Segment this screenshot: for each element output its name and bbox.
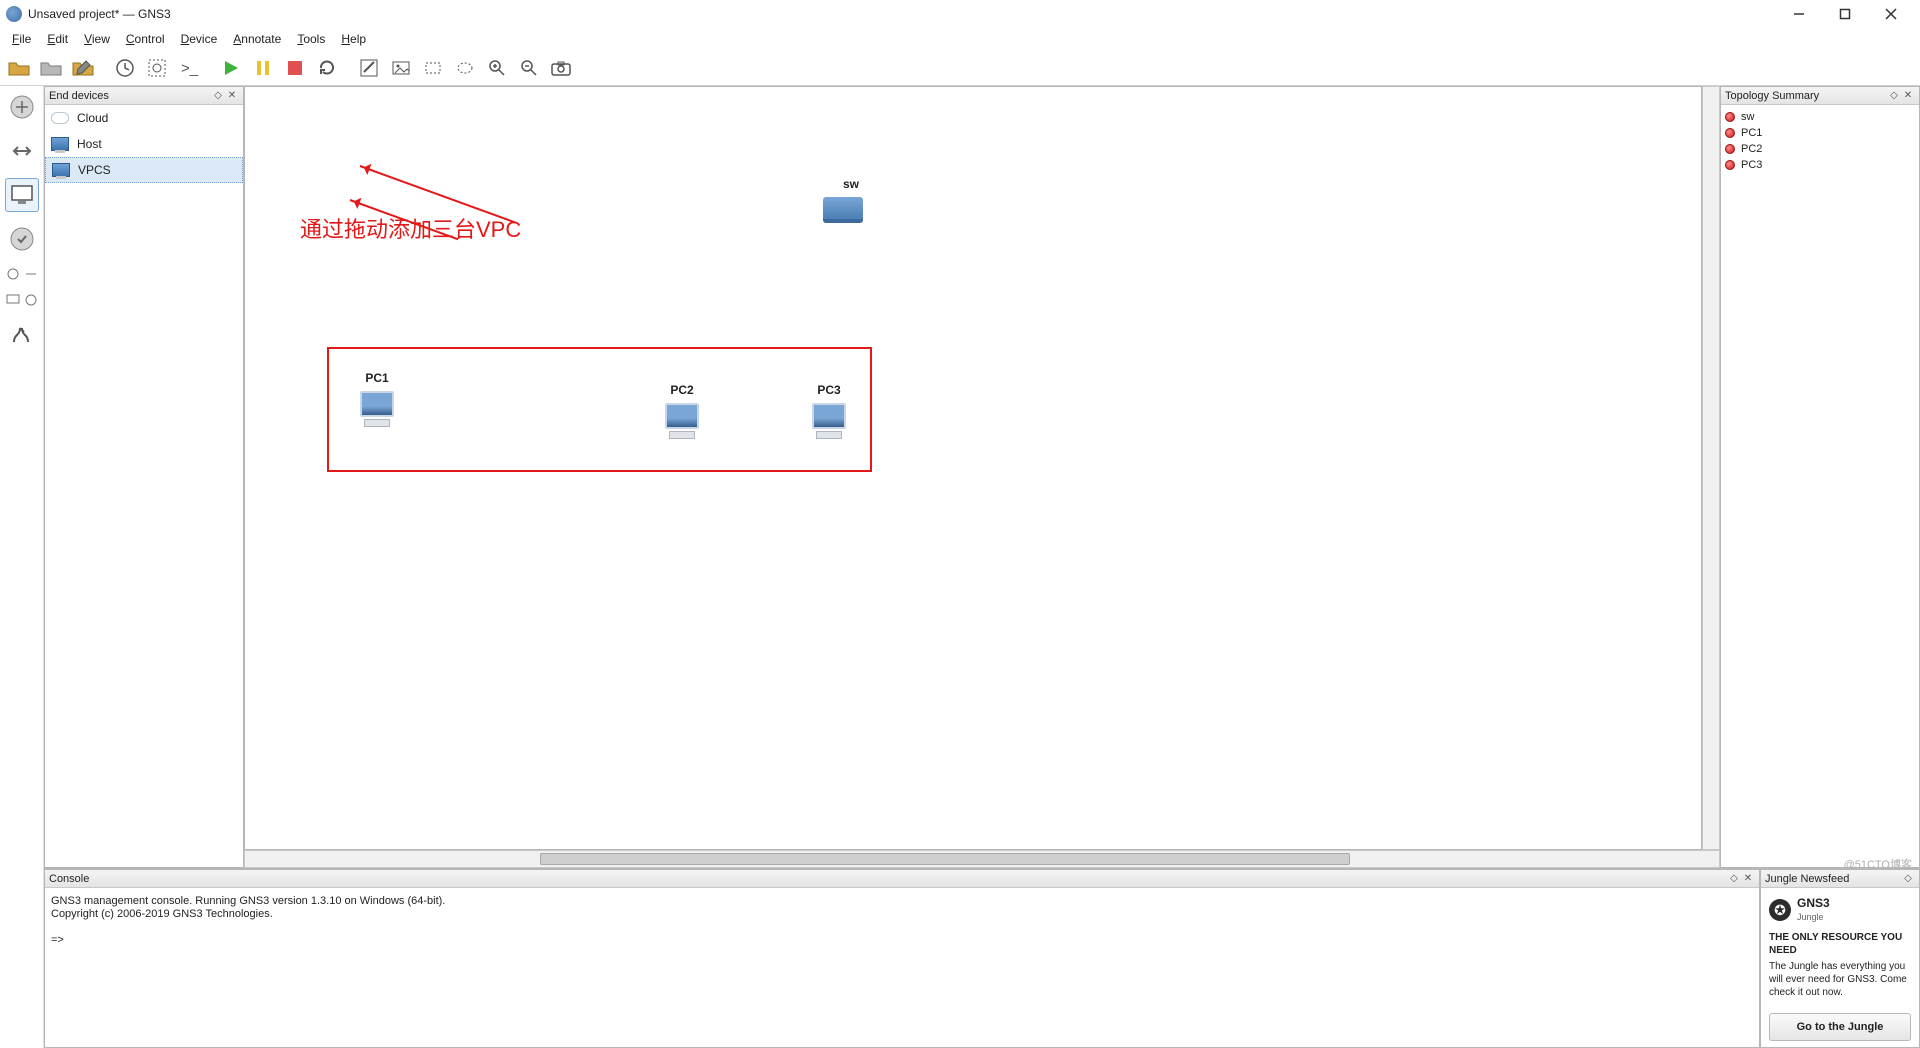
note-icon[interactable] xyxy=(354,53,384,83)
dock-all-devices-2[interactable] xyxy=(5,292,39,308)
menu-device[interactable]: Device xyxy=(173,30,226,48)
end-devices-title: End devices xyxy=(49,90,211,102)
zoom-in-icon[interactable] xyxy=(482,53,512,83)
menu-annotate[interactable]: Annotate xyxy=(225,30,289,48)
status-led-icon xyxy=(1725,160,1735,170)
maximize-button[interactable] xyxy=(1822,0,1868,28)
panel-close-icon[interactable]: ✕ xyxy=(1901,90,1915,101)
device-dock xyxy=(0,86,44,1048)
topology-summary-title: Topology Summary xyxy=(1725,90,1887,102)
open-folder-icon[interactable] xyxy=(36,53,66,83)
node-switch[interactable] xyxy=(823,197,863,219)
dock-add-link[interactable] xyxy=(5,318,39,352)
topology-canvas[interactable]: sw 打开PC机面板 通过拖动添加三台VPC PC1 xyxy=(244,86,1702,850)
newsfeed-headline: THE ONLY RESOURCE YOU NEED xyxy=(1769,931,1911,957)
reload-all-icon[interactable] xyxy=(312,53,342,83)
device-cloud[interactable]: Cloud xyxy=(45,105,243,131)
topology-item-pc1[interactable]: PC1 xyxy=(1725,125,1915,141)
topology-summary-panel: Topology Summary ◇ ✕ sw PC1 PC2 PC3 xyxy=(1720,86,1920,868)
dock-all-devices[interactable] xyxy=(5,266,39,282)
node-pc1[interactable]: PC1 xyxy=(355,377,399,427)
console-title: Console xyxy=(49,873,1727,885)
go-to-jungle-button[interactable]: Go to the Jungle xyxy=(1769,1013,1911,1041)
ellipse-icon[interactable] xyxy=(450,53,480,83)
dock-security-devices[interactable] xyxy=(5,222,39,256)
console-icon[interactable]: >_ xyxy=(174,53,204,83)
device-host[interactable]: Host xyxy=(45,131,243,157)
dock-end-devices[interactable] xyxy=(5,178,39,212)
watermark: @51CTO博客 xyxy=(1844,856,1912,872)
menu-edit[interactable]: Edit xyxy=(39,30,76,48)
panel-undock-icon[interactable]: ◇ xyxy=(1727,873,1741,884)
stop-all-icon[interactable] xyxy=(280,53,310,83)
node-label-pc2: PC2 xyxy=(660,383,704,397)
status-led-icon xyxy=(1725,112,1735,122)
minimize-button[interactable] xyxy=(1776,0,1822,28)
rectangle-icon[interactable] xyxy=(418,53,448,83)
main-toolbar: >_ xyxy=(0,50,1920,86)
open-project-icon[interactable] xyxy=(4,53,34,83)
status-led-icon xyxy=(1725,144,1735,154)
device-vpcs[interactable]: VPCS xyxy=(45,157,243,183)
menu-help[interactable]: Help xyxy=(333,30,374,48)
app-icon xyxy=(6,6,22,22)
menu-view[interactable]: View xyxy=(76,30,118,48)
topology-item-pc2[interactable]: PC2 xyxy=(1725,141,1915,157)
close-button[interactable] xyxy=(1868,0,1914,28)
menu-file[interactable]: File xyxy=(4,30,39,48)
node-label-pc1: PC1 xyxy=(355,371,399,385)
node-label-pc3: PC3 xyxy=(807,383,851,397)
pause-all-icon[interactable] xyxy=(248,53,278,83)
panel-close-icon[interactable]: ✕ xyxy=(225,90,239,101)
annotation-red-box xyxy=(327,347,872,472)
newsfeed-body: The Jungle has everything you will ever … xyxy=(1769,960,1911,999)
panel-undock-icon[interactable]: ◇ xyxy=(211,90,225,101)
node-label-sw: sw xyxy=(843,177,859,191)
menu-bar: File Edit View Control Device Annotate T… xyxy=(0,28,1920,50)
svg-text:>_: >_ xyxy=(181,60,199,77)
newsfeed-title: Jungle Newsfeed xyxy=(1765,873,1901,885)
vpcs-icon xyxy=(52,163,70,177)
jungle-newsfeed-panel: Jungle Newsfeed ◇ ✪ GNS3 Jungle THE ONLY… xyxy=(1760,869,1920,1048)
image-icon[interactable] xyxy=(386,53,416,83)
device-label: VPCS xyxy=(78,163,111,177)
panel-close-icon[interactable]: ✕ xyxy=(1741,873,1755,884)
panel-undock-icon[interactable]: ◇ xyxy=(1901,873,1915,884)
gns3-logo-icon: ✪ xyxy=(1769,899,1791,921)
topology-item-sw[interactable]: sw xyxy=(1725,109,1915,125)
save-project-icon[interactable] xyxy=(68,53,98,83)
canvas-scrollbar-vertical[interactable] xyxy=(1702,86,1720,850)
status-led-icon xyxy=(1725,128,1735,138)
window-title: Unsaved project* — GNS3 xyxy=(28,7,171,21)
panel-undock-icon[interactable]: ◇ xyxy=(1887,90,1901,101)
snapshot-manager-icon[interactable] xyxy=(142,53,172,83)
node-pc3[interactable]: PC3 xyxy=(807,389,851,439)
zoom-out-icon[interactable] xyxy=(514,53,544,83)
node-pc2[interactable]: PC2 xyxy=(660,389,704,439)
start-all-icon[interactable] xyxy=(216,53,246,83)
device-label: Host xyxy=(77,137,102,151)
clock-icon[interactable] xyxy=(110,53,140,83)
newsfeed-logo: ✪ GNS3 Jungle xyxy=(1769,896,1911,923)
host-icon xyxy=(51,137,69,151)
topology-item-pc3[interactable]: PC3 xyxy=(1725,157,1915,173)
title-bar: Unsaved project* — GNS3 xyxy=(0,0,1920,28)
end-devices-panel: End devices ◇ ✕ Cloud Host VPCS xyxy=(44,86,244,868)
annotation-text-2: 通过拖动添加三台VPC xyxy=(300,212,521,244)
console-output[interactable]: GNS3 management console. Running GNS3 ve… xyxy=(45,888,1759,1047)
canvas-scrollbar-horizontal[interactable] xyxy=(244,850,1720,868)
dock-switches[interactable] xyxy=(5,134,39,168)
screenshot-icon[interactable] xyxy=(546,53,576,83)
device-label: Cloud xyxy=(77,111,108,125)
menu-control[interactable]: Control xyxy=(118,30,173,48)
dock-routers[interactable] xyxy=(5,90,39,124)
console-panel: Console ◇ ✕ GNS3 management console. Run… xyxy=(44,869,1760,1048)
cloud-icon xyxy=(51,112,69,124)
menu-tools[interactable]: Tools xyxy=(289,30,333,48)
